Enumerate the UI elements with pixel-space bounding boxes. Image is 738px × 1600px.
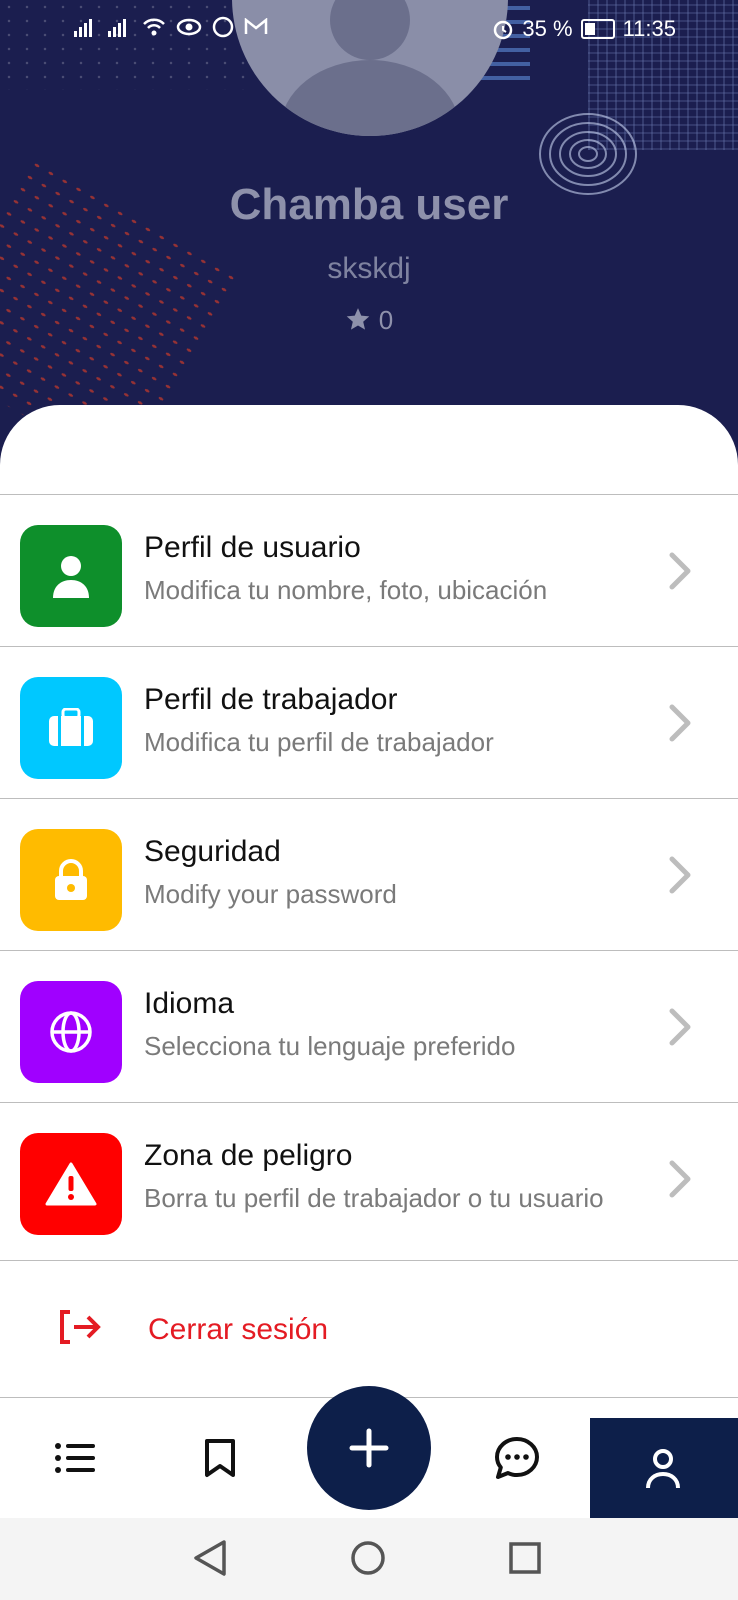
menu-item-security[interactable]: Seguridad Modify your password (0, 798, 738, 950)
recents-icon[interactable] (508, 1541, 542, 1575)
add-icon (349, 1428, 389, 1468)
settings-menu: Perfil de usuario Modifica tu nombre, fo… (0, 494, 738, 1254)
profile-name: Chamba user (229, 180, 509, 229)
chat-icon (495, 1437, 539, 1479)
logout-label: Cerrar sesión (148, 1313, 329, 1346)
home-icon[interactable] (350, 1540, 386, 1576)
chevron-right-icon (669, 552, 691, 590)
add-button[interactable] (307, 1386, 431, 1510)
battery-percent: 35 % (522, 16, 573, 41)
bookmark-icon (205, 1439, 235, 1477)
menu-item-title: Zona de peligro (144, 1139, 353, 1172)
chevron-right-icon (669, 704, 691, 742)
chevron-right-icon (669, 1160, 691, 1198)
menu-item-title: Seguridad (144, 835, 281, 868)
wifi-icon (143, 18, 165, 36)
nav-profile-button[interactable] (590, 1418, 738, 1518)
profile-header: Chamba user skskdj 0 (0, 0, 738, 460)
globe-icon (20, 981, 122, 1083)
eye-icon (176, 18, 202, 36)
profile-username: skskdj (327, 252, 411, 285)
warning-icon (20, 1133, 122, 1235)
signal-icon (74, 19, 92, 37)
menu-item-title: Idioma (144, 987, 235, 1020)
nav-chat-button[interactable] (462, 1398, 572, 1518)
star-icon (346, 308, 370, 330)
profile-rating: 0 (0, 305, 738, 336)
menu-item-danger-zone[interactable]: Zona de peligro Borra tu perfil de traba… (0, 1102, 738, 1254)
menu-item-title: Perfil de trabajador (144, 683, 398, 716)
chevron-right-icon (669, 1008, 691, 1046)
menu-item-desc: Modifica tu perfil de trabajador (144, 727, 494, 757)
menu-item-desc: Modify your password (144, 879, 397, 909)
system-navigation-bar (0, 1518, 738, 1600)
profile-icon (646, 1449, 680, 1489)
whatsapp-icon (212, 16, 234, 38)
user-icon (20, 525, 122, 627)
logout-icon (60, 1310, 101, 1344)
menu-item-language[interactable]: Idioma Selecciona tu lenguaje preferido (0, 950, 738, 1102)
menu-item-worker-profile[interactable]: Perfil de trabajador Modifica tu perfil … (0, 646, 738, 798)
signal-icon (108, 19, 126, 37)
lock-icon (20, 829, 122, 931)
status-bar: 35 % 11:35 (0, 0, 738, 56)
menu-item-user-profile[interactable]: Perfil de usuario Modifica tu nombre, fo… (0, 494, 738, 646)
menu-item-desc: Selecciona tu lenguaje preferido (144, 1031, 516, 1061)
list-icon (55, 1443, 95, 1473)
clock: 11:35 (622, 16, 676, 41)
battery-icon (580, 19, 615, 39)
rating-value: 0 (378, 305, 394, 335)
alarm-icon (494, 20, 513, 40)
menu-item-desc: Borra tu perfil de trabajador o tu usuar… (144, 1183, 604, 1213)
nav-saved-button[interactable] (165, 1398, 275, 1518)
chevron-right-icon (669, 856, 691, 894)
menu-item-title: Perfil de usuario (144, 531, 361, 564)
mail-icon (244, 18, 268, 34)
back-icon[interactable] (192, 1538, 228, 1578)
menu-item-desc: Modifica tu nombre, foto, ubicación (144, 575, 548, 605)
logout-button[interactable]: Cerrar sesión (0, 1260, 738, 1398)
briefcase-icon (20, 677, 122, 779)
nav-list-button[interactable] (20, 1398, 130, 1518)
